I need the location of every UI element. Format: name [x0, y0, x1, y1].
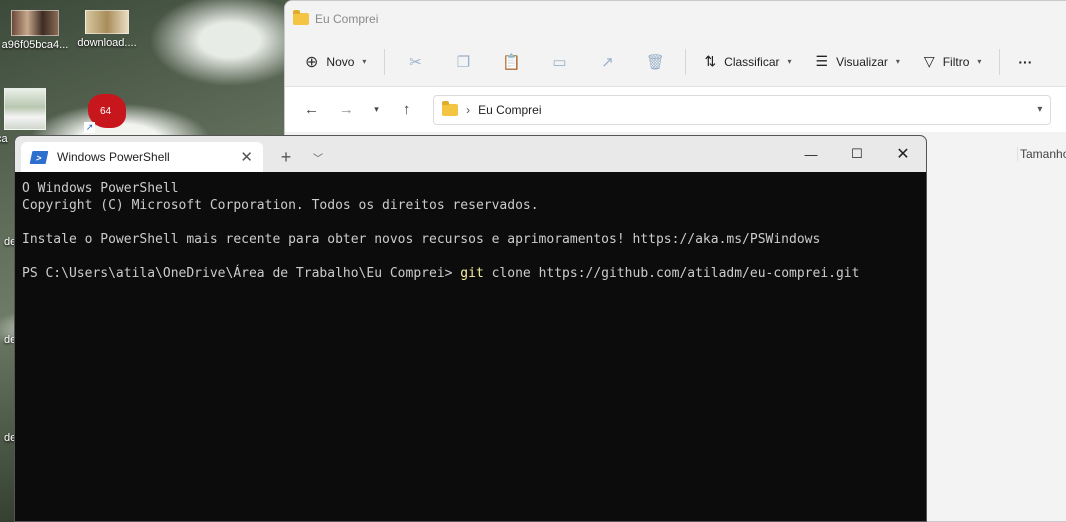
powershell-icon: > — [29, 150, 49, 164]
new-button[interactable]: ⊕ Novo ▾ — [301, 52, 378, 72]
download-thumbnail — [85, 10, 129, 34]
terminal-tab[interactable]: > Windows PowerShell ✕ — [21, 142, 263, 172]
powershell-window: > Windows PowerShell ✕ + ﹀ — ☐ ✕ O Windo… — [14, 135, 927, 522]
photo-thumbnail — [11, 10, 59, 36]
terminal-tab-title: Windows PowerShell — [57, 150, 170, 164]
chevron-down-icon: ▾ — [787, 57, 792, 66]
minimize-icon[interactable]: — — [788, 136, 834, 172]
explorer-toolbar: ⊕ Novo ▾ ✂ ❐ 📋 ▭ ↗ 🗑 ⇅ Classificar ▾ ☰ V… — [285, 37, 1066, 87]
back-arrow-icon[interactable]: ← — [297, 101, 326, 118]
breadcrumb-chevron-icon: › — [466, 102, 471, 117]
close-window-icon[interactable]: ✕ — [880, 136, 926, 172]
view-button-label: Visualizar — [836, 54, 888, 69]
explorer-title: Eu Comprei — [315, 12, 379, 26]
sort-button-label: Classificar — [724, 54, 780, 69]
chevron-down-icon: ▾ — [362, 57, 367, 66]
toolbar-divider — [999, 48, 1001, 75]
window-controls: — ☐ ✕ — [788, 136, 926, 172]
address-bar[interactable]: › Eu Comprei ▾ — [433, 94, 1052, 125]
tab-dropdown-icon[interactable]: ﹀ — [303, 142, 333, 172]
terminal-line: Copyright (C) Microsoft Corporation. Tod… — [22, 198, 539, 213]
cut-icon[interactable]: ✂ — [391, 53, 439, 71]
desktop-icon-download[interactable]: download.... — [72, 10, 142, 49]
maximize-icon[interactable]: ☐ — [834, 136, 880, 172]
chevron-down-icon: ▾ — [895, 57, 900, 66]
copy-icon[interactable]: ❐ — [439, 53, 487, 71]
terminal-prompt: PS C:\Users\atila\OneDrive\Área de Traba… — [22, 266, 461, 281]
address-bar-row: ← → ▾ ↑ › Eu Comprei ▾ — [285, 87, 1066, 132]
more-options-button[interactable]: ··· — [1006, 54, 1044, 70]
terminal-prompt-line: PS C:\Users\atila\OneDrive\Área de Traba… — [22, 265, 926, 282]
address-dropdown-icon[interactable]: ▾ — [1037, 104, 1042, 115]
terminal-titlebar[interactable]: > Windows PowerShell ✕ + ﹀ — ☐ ✕ — [15, 136, 926, 172]
folder-icon — [293, 10, 309, 25]
explorer-titlebar[interactable]: Eu Comprei — [285, 1, 1066, 37]
delete-icon[interactable]: 🗑 — [631, 53, 679, 71]
desktop-icon-photo[interactable]: a96f05bca4... — [0, 10, 70, 51]
recent-locations-chevron-icon[interactable]: ▾ — [367, 104, 386, 115]
filter-button-label: Filtro — [942, 54, 970, 69]
up-arrow-icon[interactable]: ↑ — [392, 101, 421, 118]
toolbar-divider — [685, 48, 687, 75]
terminal-output[interactable]: O Windows PowerShell Copyright (C) Micros… — [15, 172, 926, 282]
sort-button[interactable]: ⇅ Classificar ▾ — [692, 53, 803, 70]
filter-icon: ▽ — [923, 53, 935, 69]
view-button[interactable]: ☰ Visualizar ▾ — [804, 53, 912, 70]
command-arguments: clone https://github.com/atiladm/eu-comp… — [483, 266, 860, 281]
sort-icon: ⇅ — [704, 53, 717, 69]
desktop-icon-puzzle[interactable]: 64 ↗ — [84, 88, 130, 134]
new-tab-icon[interactable]: + — [269, 142, 303, 172]
view-list-icon: ☰ — [815, 53, 829, 69]
terminal-line: Instale o PowerShell mais recente para o… — [22, 232, 821, 247]
command-keyword: git — [460, 266, 484, 281]
chevron-down-icon: ▾ — [977, 57, 982, 66]
rename-icon[interactable]: ▭ — [535, 53, 583, 71]
paste-icon[interactable]: 📋 — [487, 53, 535, 71]
new-button-label: Novo — [326, 54, 355, 69]
puzzle-badge: 64 — [100, 106, 112, 117]
toolbar-divider — [384, 48, 386, 75]
desktop-icon-label: a96f05bca4... — [1, 39, 69, 51]
shortcut-arrow-icon: ↗ — [84, 122, 95, 133]
column-header-size[interactable]: Tamanho — [1017, 147, 1066, 161]
terminal-line: O Windows PowerShell — [22, 181, 179, 196]
filter-button[interactable]: ▽ Filtro ▾ — [912, 53, 993, 70]
forward-arrow-icon[interactable]: → — [332, 101, 361, 118]
breadcrumb-current-folder[interactable]: Eu Comprei — [478, 103, 541, 117]
desktop-icon-label: download.... — [77, 37, 137, 49]
close-tab-icon[interactable]: ✕ — [240, 148, 253, 166]
document-thumbnail — [4, 88, 46, 130]
share-icon[interactable]: ↗ — [583, 53, 631, 71]
folder-icon — [442, 100, 459, 116]
plus-circle-icon: ⊕ — [305, 53, 319, 71]
